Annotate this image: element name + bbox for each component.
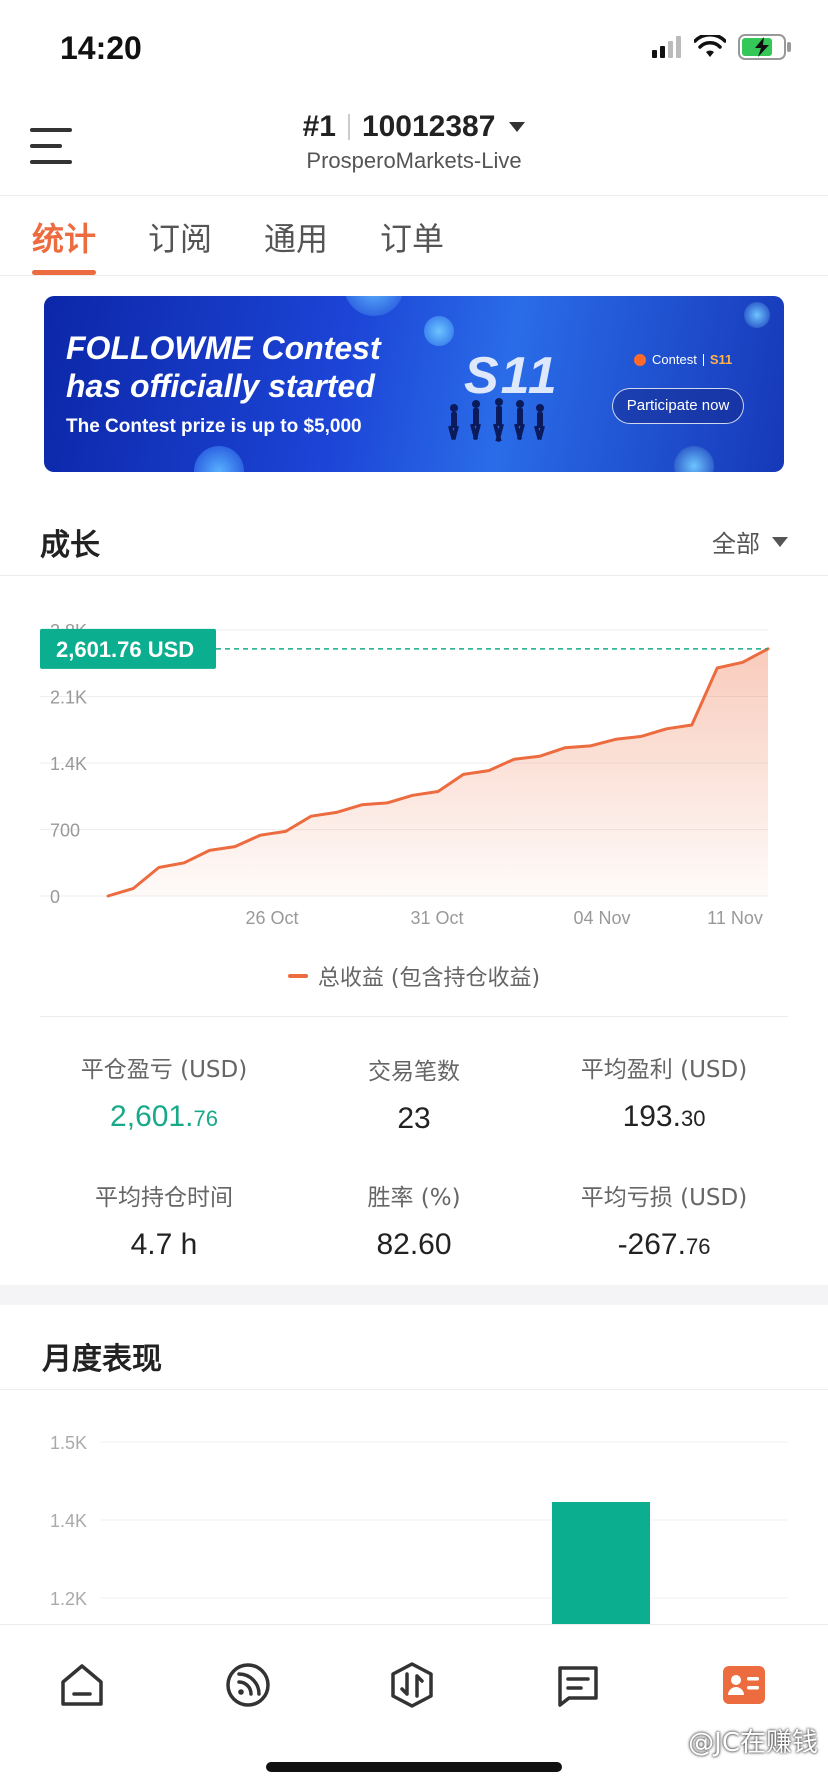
badge-season: S11 (709, 352, 733, 367)
stat-avg-hold-time: 平均持仓时间 4.7 h (95, 1185, 233, 1261)
y-tick-label: 0 (50, 887, 60, 907)
nav-home[interactable] (52, 1655, 112, 1715)
account-header: #1 10012387 ProsperoMarkets-Live (0, 100, 828, 196)
banner-headline-1: FOLLOWME Contest (66, 330, 381, 366)
growth-section-header: 成长 全部 (0, 500, 828, 576)
legend-label: 总收益 (包含持仓收益) (317, 966, 541, 991)
stat-avg-loss: 平均亏损 (USD) -267.76 (526, 1178, 802, 1262)
x-tick-label: 11 Nov (707, 908, 763, 928)
monthly-section-header: 月度表现 (0, 1314, 828, 1390)
banner-subtext: The Contest prize is up to $5,000 (66, 416, 362, 437)
message-icon (558, 1666, 598, 1707)
growth-title: 成长 (40, 528, 100, 563)
status-icons (652, 34, 792, 60)
trade-icon (391, 1662, 433, 1708)
participate-now-button[interactable]: Participate now (612, 388, 744, 424)
status-bar: 14:20 (0, 0, 828, 100)
stat-closed-pnl-value: 2,601.76 (110, 1100, 218, 1133)
home-indicator (266, 1762, 562, 1772)
account-server: ProsperoMarkets-Live (306, 148, 522, 173)
current-value-tag: 2,601.76 USD (40, 628, 216, 669)
x-tick-label: 31 Oct (410, 908, 463, 928)
legend-swatch (287, 974, 308, 978)
monthly-chart: 1.5K 1.4K 1.2K (50, 1433, 788, 1624)
y-tick-label: 1.2K (50, 1589, 87, 1609)
cellular-signal-icon (652, 36, 681, 58)
x-tick-label: 26 Oct (245, 908, 298, 928)
monthly-bar (552, 1502, 650, 1624)
tab-orders[interactable]: 订单 (380, 196, 444, 275)
y-tick-label: 700 (50, 821, 80, 841)
stat-avg-profit: 平均盈利 (USD) 193.30 (526, 1050, 802, 1134)
tab-bar: 统计 订阅 通用 订单 (0, 196, 828, 276)
stat-closed-pnl: 平仓盈亏 (USD) 2,601.76 (26, 1050, 302, 1134)
y-tick-label: 2.1K (50, 688, 87, 708)
stat-avg-profit-value: 193.30 (622, 1100, 706, 1133)
nav-trade[interactable] (382, 1655, 442, 1715)
runners-illustration (448, 398, 545, 442)
period-filter-label: 全部 (712, 530, 760, 558)
battery-charging-icon (738, 34, 791, 60)
watermark: @JC在赚钱 (688, 1728, 818, 1758)
tab-statistics[interactable]: 统计 (32, 196, 97, 275)
account-separator (347, 114, 350, 140)
wifi-icon (694, 35, 726, 57)
account-id: 10012387 (361, 110, 496, 143)
home-icon (61, 1664, 103, 1706)
chevron-down-icon (509, 122, 526, 132)
contest-logo-icon (634, 353, 646, 366)
banner-headline-2: has officially started (66, 368, 375, 404)
x-tick-label: 04 Nov (573, 908, 630, 928)
badge-label: Contest (652, 352, 697, 367)
profile-card-icon (723, 1666, 765, 1704)
nav-profile[interactable] (714, 1655, 774, 1715)
tab-subscribe[interactable]: 订阅 (148, 196, 212, 275)
contest-badge: Contest S11 (634, 352, 732, 367)
growth-area (108, 648, 768, 896)
contest-banner[interactable]: S11 FOLLOWME Contest has officially star… (44, 296, 784, 472)
growth-chart: 2.8K2.1K1.4K7000 26 Oct31 Oct04 Nov11 No… (40, 621, 770, 928)
nav-feed[interactable] (218, 1655, 278, 1715)
stat-win-rate: 胜率 (%) 82.60 (367, 1185, 461, 1261)
stat-trade-count: 交易笔数 23 (368, 1059, 460, 1135)
y-tick-label: 1.5K (50, 1433, 87, 1453)
chart-legend: 总收益 (包含持仓收益) (0, 960, 828, 992)
account-rank: #1 (302, 110, 336, 143)
y-tick-label: 1.4K (50, 754, 87, 774)
nav-messages[interactable] (548, 1655, 608, 1715)
feed-icon (226, 1663, 270, 1707)
chevron-down-icon (772, 536, 788, 547)
account-selector[interactable]: #1 10012387 ProsperoMarkets-Live (0, 110, 828, 174)
monthly-title: 月度表现 (42, 1342, 162, 1377)
y-tick-label: 1.4K (50, 1511, 87, 1531)
period-filter[interactable]: 全部 (712, 524, 788, 559)
tab-general[interactable]: 通用 (264, 196, 328, 275)
stat-avg-loss-value: -267.76 (617, 1228, 711, 1261)
current-value-label: 2,601.76 USD (56, 637, 194, 662)
status-time: 14:20 (60, 30, 142, 66)
